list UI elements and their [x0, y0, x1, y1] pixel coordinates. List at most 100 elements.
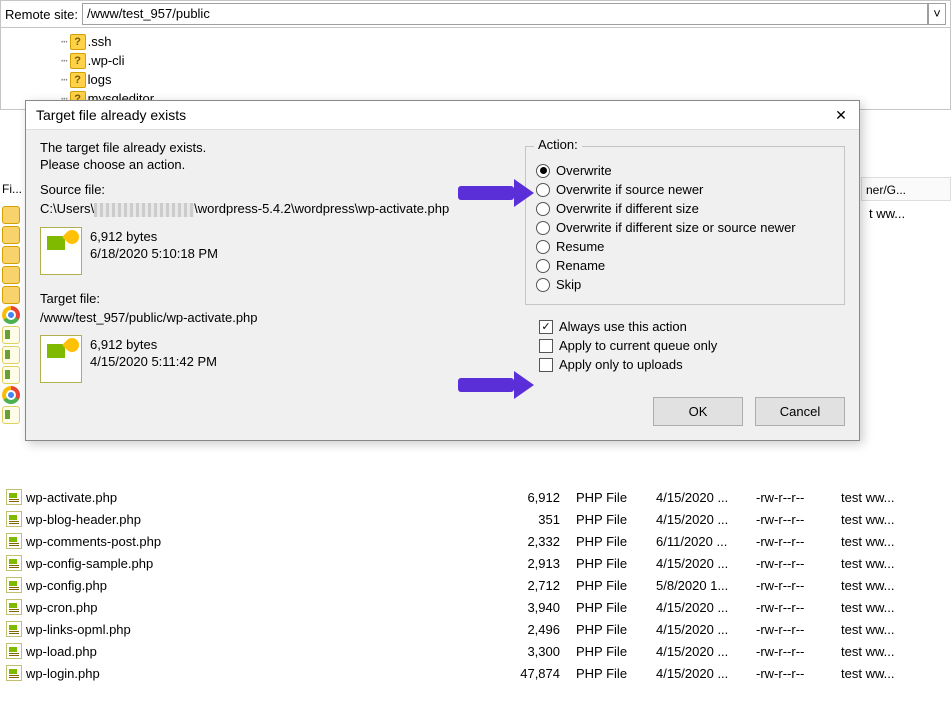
radio-icon[interactable]	[536, 202, 550, 216]
action-option[interactable]: Resume	[536, 239, 834, 254]
action-option[interactable]: Skip	[536, 277, 834, 292]
ok-button[interactable]: OK	[653, 397, 743, 426]
file-modified: 4/15/2020 ...	[650, 642, 750, 661]
partial-header: Fi...	[0, 182, 22, 204]
file-owner: test ww...	[835, 642, 951, 661]
check-option[interactable]: Always use this action	[539, 319, 845, 334]
file-owner: test ww...	[835, 488, 951, 507]
folder-icon	[2, 246, 20, 264]
file-size: 351	[510, 510, 570, 529]
tree-item[interactable]: ⋯?.ssh	[61, 32, 942, 51]
overwrite-dialog: Target file already exists ✕ The target …	[25, 100, 860, 441]
file-type: PHP File	[570, 488, 650, 507]
table-row[interactable]: wp-load.php 3,300 PHP File 4/15/2020 ...…	[0, 640, 951, 662]
action-option[interactable]: Overwrite if source newer	[536, 182, 834, 197]
file-type: PHP File	[570, 642, 650, 661]
remote-path-dropdown[interactable]: ˅	[928, 3, 946, 25]
table-row[interactable]: wp-cron.php 3,940 PHP File 4/15/2020 ...…	[0, 596, 951, 618]
check-option[interactable]: Apply only to uploads	[539, 357, 845, 372]
tree-item[interactable]: ⋯?.wp-cli	[61, 51, 942, 70]
radio-icon[interactable]	[536, 259, 550, 273]
action-option-label: Overwrite if source newer	[556, 182, 703, 197]
file-size: 47,874	[510, 664, 570, 683]
php-file-icon	[6, 643, 22, 659]
file-type: PHP File	[570, 532, 650, 551]
file-permissions: -rw-r--r--	[750, 664, 835, 683]
file-name: wp-blog-header.php	[26, 512, 141, 527]
file-list: wp-activate.php 6,912 PHP File 4/15/2020…	[0, 486, 951, 684]
action-option-label: Rename	[556, 258, 605, 273]
table-row[interactable]: wp-blog-header.php 351 PHP File 4/15/202…	[0, 508, 951, 530]
file-modified: 4/15/2020 ...	[650, 620, 750, 639]
file-size: 3,300	[510, 642, 570, 661]
source-file-label: Source file:	[40, 182, 515, 197]
action-option[interactable]: Overwrite if different size or source ne…	[536, 220, 834, 235]
file-permissions: -rw-r--r--	[750, 510, 835, 529]
action-option-label: Overwrite if different size	[556, 201, 699, 216]
tree-item-label: .wp-cli	[88, 53, 125, 68]
table-row[interactable]: wp-config.php 2,712 PHP File 5/8/2020 1.…	[0, 574, 951, 596]
file-permissions: -rw-r--r--	[750, 576, 835, 595]
php-file-icon	[6, 665, 22, 681]
file-type: PHP File	[570, 598, 650, 617]
checkbox-icon[interactable]	[539, 358, 553, 372]
file-owner: test ww...	[835, 598, 951, 617]
folder-icon	[2, 266, 20, 284]
check-option-label: Always use this action	[559, 319, 687, 334]
remote-tree: ⋯?.ssh⋯?.wp-cli⋯?logs⋯?mysqleditor	[0, 28, 951, 110]
file-name: wp-activate.php	[26, 490, 117, 505]
tree-item-label: .ssh	[88, 34, 112, 49]
file-name: wp-comments-post.php	[26, 534, 161, 549]
file-name: wp-load.php	[26, 644, 97, 659]
radio-icon[interactable]	[536, 278, 550, 292]
file-type: PHP File	[570, 510, 650, 529]
file-owner: test ww...	[835, 554, 951, 573]
radio-icon[interactable]	[536, 240, 550, 254]
notepad-icon	[2, 346, 20, 364]
action-option[interactable]: Rename	[536, 258, 834, 273]
file-size: 2,913	[510, 554, 570, 573]
file-permissions: -rw-r--r--	[750, 642, 835, 661]
action-option-label: Overwrite	[556, 163, 612, 178]
cancel-button[interactable]: Cancel	[755, 397, 845, 426]
dialog-message-1: The target file already exists.	[40, 140, 515, 155]
close-icon[interactable]: ✕	[833, 107, 849, 123]
folder-icon	[2, 226, 20, 244]
remote-site-label: Remote site:	[5, 7, 78, 22]
folder-icon	[2, 206, 20, 224]
file-permissions: -rw-r--r--	[750, 620, 835, 639]
table-row[interactable]: wp-activate.php 6,912 PHP File 4/15/2020…	[0, 486, 951, 508]
file-name: wp-links-opml.php	[26, 622, 131, 637]
file-permissions: -rw-r--r--	[750, 532, 835, 551]
target-date: 4/15/2020 5:11:42 PM	[90, 354, 217, 369]
file-name: wp-config.php	[26, 578, 107, 593]
table-row[interactable]: wp-login.php 47,874 PHP File 4/15/2020 .…	[0, 662, 951, 684]
php-file-icon	[6, 599, 22, 615]
table-row[interactable]: wp-config-sample.php 2,913 PHP File 4/15…	[0, 552, 951, 574]
table-row[interactable]: wp-comments-post.php 2,332 PHP File 6/11…	[0, 530, 951, 552]
file-modified: 4/15/2020 ...	[650, 664, 750, 683]
table-row[interactable]: wp-links-opml.php 2,496 PHP File 4/15/20…	[0, 618, 951, 640]
folder-icon	[2, 286, 20, 304]
radio-icon[interactable]	[536, 183, 550, 197]
checkbox-icon[interactable]	[539, 339, 553, 353]
check-option[interactable]: Apply to current queue only	[539, 338, 845, 353]
file-modified: 5/8/2020 1...	[650, 576, 750, 595]
file-permissions: -rw-r--r--	[750, 554, 835, 573]
source-file-path: C:\Users\\wordpress-5.4.2\wordpress\wp-a…	[40, 199, 515, 219]
action-option[interactable]: Overwrite	[536, 163, 834, 178]
remote-path-input[interactable]: /www/test_957/public	[82, 3, 928, 25]
file-owner: test ww...	[835, 664, 951, 683]
action-option-label: Skip	[556, 277, 581, 292]
dialog-message-2: Please choose an action.	[40, 157, 515, 172]
php-file-icon	[40, 335, 82, 383]
file-owner: test ww...	[835, 620, 951, 639]
radio-icon[interactable]	[536, 164, 550, 178]
action-option[interactable]: Overwrite if different size	[536, 201, 834, 216]
partial-row: t ww...	[865, 201, 947, 226]
radio-icon[interactable]	[536, 221, 550, 235]
file-name: wp-config-sample.php	[26, 556, 153, 571]
checkbox-icon[interactable]	[539, 320, 553, 334]
file-modified: 4/15/2020 ...	[650, 488, 750, 507]
tree-item[interactable]: ⋯?logs	[61, 70, 942, 89]
